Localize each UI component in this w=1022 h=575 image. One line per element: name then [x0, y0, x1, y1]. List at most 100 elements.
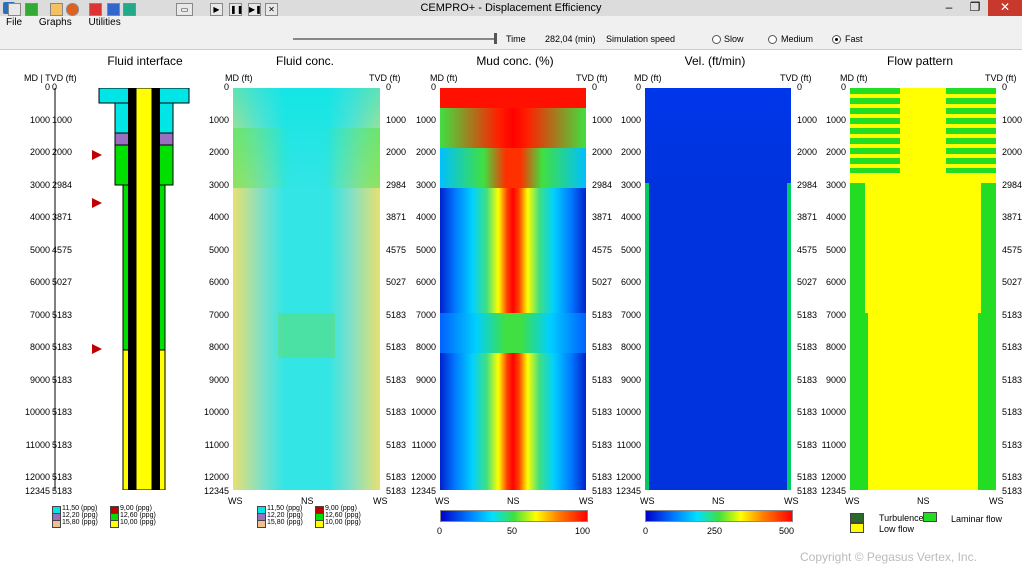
stop-button[interactable]: ✕	[265, 3, 278, 16]
marker-icon	[92, 198, 102, 208]
fluid-legend-label: 12,60 (ppg)	[325, 512, 361, 519]
fc-md-tick: 4000	[208, 212, 229, 222]
fi-md-tick: 1000	[29, 114, 50, 125]
fluid-legend-label: 12,60 (ppg)	[120, 512, 156, 519]
vel-md-tick: 7000	[620, 309, 641, 320]
fi-tvd-tick: 4575	[52, 244, 73, 255]
export-icon[interactable]	[123, 3, 136, 16]
fi-tvd-tick: 3871	[52, 212, 73, 222]
fi-md-tick: 8000	[29, 342, 50, 352]
time-slider-track[interactable]	[293, 38, 496, 40]
fp-tvd-tick: 2984	[1002, 179, 1022, 190]
mc-md-tick: 11000	[411, 439, 436, 450]
mc-md-tick: 0	[430, 82, 436, 92]
fi-md-tick: 12000	[24, 472, 50, 482]
radio-fast[interactable]	[832, 35, 841, 44]
speed-slow-label: Slow	[724, 34, 744, 44]
back-icon[interactable]	[25, 3, 38, 16]
radio-slow[interactable]	[712, 35, 721, 44]
time-slider-thumb[interactable]	[494, 33, 497, 44]
fc-md-tick: 7000	[208, 309, 229, 320]
fluid-legend-label: 10,00 (ppg)	[325, 519, 361, 526]
flow-pattern-title: Flow pattern	[886, 54, 954, 68]
fp-tvd-tick: 5183	[1002, 342, 1022, 352]
close-button[interactable]: ✕	[988, 0, 1022, 16]
mc-md-tick: 8000	[415, 342, 436, 352]
mud-colorbar	[440, 510, 588, 522]
print-icon[interactable]	[8, 3, 21, 16]
radio-medium[interactable]	[768, 35, 777, 44]
menu-utilities[interactable]: Utilities	[88, 17, 120, 28]
fluid-legend-label: 10,00 (ppg)	[120, 519, 156, 526]
vel-md-tick: 4000	[620, 212, 641, 222]
fc-md-tick: 9000	[208, 374, 229, 385]
table-icon[interactable]	[107, 3, 120, 16]
fi-md-tick: 9000	[29, 374, 50, 385]
fp-ns: NS	[917, 496, 930, 506]
vel-md-tick: 6000	[620, 277, 641, 287]
fc-tvd-label: TVD (ft)	[369, 73, 401, 83]
vel-ns: NS	[712, 496, 725, 506]
maximize-button[interactable]: ❐	[962, 0, 988, 16]
mud-scale-mid: 50	[507, 526, 518, 536]
vel-scale-mid: 250	[707, 526, 723, 536]
vel-md-tick: 8000	[620, 342, 641, 352]
marker-icon	[92, 150, 102, 160]
fluid-legend-label: 12,20 (ppg)	[267, 512, 303, 519]
fp-md-tick: 4000	[825, 212, 846, 222]
low-flow-swatch	[850, 523, 864, 533]
play-button[interactable]: ▶	[210, 3, 223, 16]
fc-ws-left: WS	[228, 496, 243, 506]
fluid-legend-label: 11,50 (ppg)	[62, 505, 98, 512]
fi-md-tick: 10000	[24, 407, 50, 417]
menu-graphs[interactable]: Graphs	[39, 17, 72, 28]
fi-md-tick: 7000	[29, 309, 50, 320]
fp-md-tick: 7000	[825, 309, 846, 320]
fp-tvd-tick: 5183	[1002, 374, 1022, 385]
laminar-label: Laminar flow	[951, 514, 1003, 524]
mc-md-tick: 5000	[415, 244, 436, 255]
fluid-legend-label: 15,80 (ppg)	[62, 519, 98, 526]
fp-tvd-tick: 5027	[1002, 277, 1022, 287]
pause-button[interactable]: ❚❚	[229, 3, 243, 16]
fluid-swatch	[110, 520, 119, 528]
fluid-swatch	[257, 520, 266, 528]
fluid-conc-title: Fluid conc.	[275, 54, 335, 68]
minimize-button[interactable]: –	[936, 0, 962, 16]
vel-md-tick: 2000	[620, 147, 641, 157]
fi-tvd-tick: 5183	[52, 309, 73, 320]
speed-medium-label: Medium	[781, 34, 814, 44]
fluid-swatch	[52, 520, 61, 528]
mc-tvd-tick: 0	[592, 82, 598, 92]
speed-fast-label: Fast	[845, 34, 863, 44]
film-icon[interactable]: ▭	[176, 3, 193, 16]
step-button[interactable]: ▶❚	[248, 3, 262, 16]
mud-conc-title: Mud conc. (%)	[476, 54, 554, 68]
fc-md-tick: 5000	[208, 244, 229, 255]
fluid-legend-label: 9,00 (ppg)	[120, 505, 152, 512]
mc-ns: NS	[507, 496, 520, 506]
fp-md-tick: 10000	[820, 407, 846, 417]
menu-file[interactable]: File	[6, 17, 22, 28]
fp-tvd-tick: 1000	[1002, 114, 1022, 125]
fi-tvd-tick: 1000	[52, 114, 73, 125]
time-label: Time	[506, 34, 526, 44]
fp-tvd-tick: 5183	[1002, 472, 1022, 482]
chart-icon[interactable]	[50, 3, 63, 16]
fc-md-tick: 8000	[208, 342, 229, 352]
fp-md-tick: 11000	[821, 439, 846, 450]
fp-ws-left: WS	[845, 496, 860, 506]
fi-tvd-tick: 2000	[52, 147, 73, 157]
mc-md-tick: 2000	[415, 147, 436, 157]
fc-md-tick: 6000	[208, 277, 229, 287]
fi-tvd-tick: 5183	[52, 407, 73, 417]
fp-md-tick: 0	[840, 82, 846, 92]
mc-md-tick: 10000	[410, 407, 436, 417]
fp-md-tick: 9000	[825, 374, 846, 385]
refresh-icon[interactable]	[66, 3, 79, 16]
settings-icon[interactable]	[89, 3, 102, 16]
fc-md-tick: 12345	[203, 486, 229, 496]
vel-scale-max: 500	[779, 526, 795, 536]
mc-ws-left: WS	[435, 496, 450, 506]
mc-md-tick: 4000	[415, 212, 436, 222]
